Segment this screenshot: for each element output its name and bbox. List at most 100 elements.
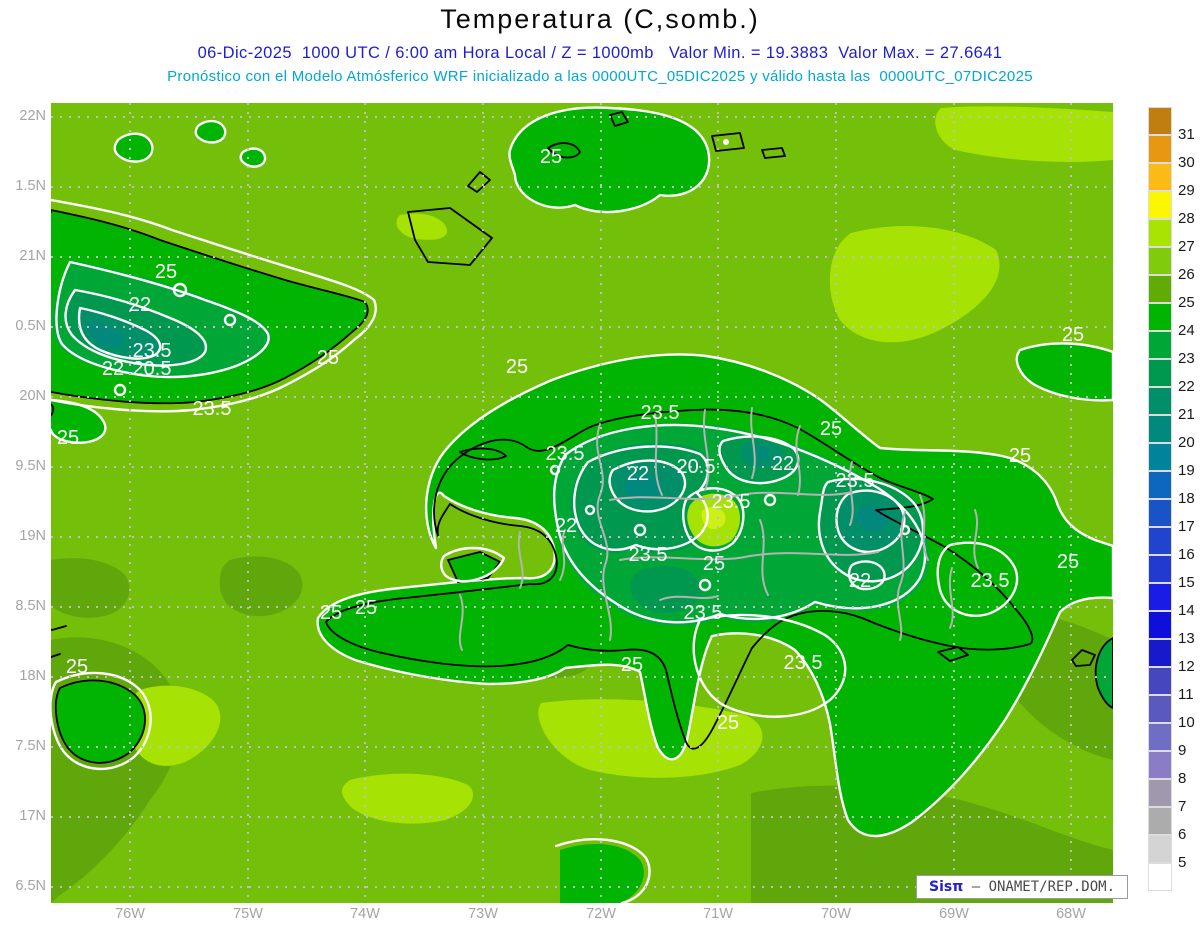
lat-label: 18N [19, 668, 46, 684]
contour-label: 25 [1057, 551, 1079, 573]
colorbar-tick: 18 [1178, 490, 1195, 507]
colorbar-tick: 8 [1178, 770, 1187, 787]
colorbar-swatch [1148, 555, 1172, 583]
contour-label: 20.5 [133, 358, 172, 380]
colorbar-swatch [1148, 275, 1172, 303]
contour-label: 25 [621, 654, 643, 676]
colorbar-swatch [1148, 415, 1172, 443]
contour-label: 22 [129, 294, 151, 316]
colorbar-swatch [1148, 247, 1172, 275]
watermark-box: Sisπ – ONAMET/REP.DOM. [916, 875, 1128, 899]
lat-label: 17N [19, 808, 46, 824]
colorbar-tick: 22 [1178, 378, 1195, 395]
subtitle-run-info: 06-Dic-2025 1000 UTC / 6:00 am Hora Loca… [197, 44, 1003, 62]
contour-label: 23.5 [712, 491, 751, 513]
colorbar-tick: 21 [1178, 406, 1195, 423]
lon-label: 73W [468, 906, 498, 922]
colorbar-tick: 24 [1178, 322, 1195, 339]
lat-label: 8.5N [15, 598, 46, 614]
lat-label: 21N [19, 248, 46, 264]
colorbar-swatch [1148, 835, 1172, 863]
lat-label: 19N [19, 528, 46, 544]
colorbar-tick: 10 [1178, 714, 1195, 731]
colorbar-tick: 31 [1178, 126, 1195, 143]
colorbar-swatch [1148, 303, 1172, 331]
contour-label: 25 [540, 146, 562, 168]
contour-label: 25 [820, 418, 842, 440]
colorbar-swatch [1148, 695, 1172, 723]
colorbar-swatch [1148, 387, 1172, 415]
contour-label: 20.5 [677, 456, 716, 478]
colorbar-swatch [1148, 639, 1172, 667]
colorbar-swatch [1148, 611, 1172, 639]
watermark-brand: Sisπ [928, 879, 964, 895]
contour-label: 23.5 [684, 602, 723, 624]
colorbar-swatch [1148, 667, 1172, 695]
contour-label: 25 [1062, 324, 1084, 346]
colorbar-tick: 6 [1178, 826, 1187, 843]
contour-label: 22 [849, 570, 871, 592]
contour-label: 22 [772, 453, 794, 475]
contour-label: 25 [1009, 445, 1031, 467]
contour-label: 25 [703, 553, 725, 575]
contour-label: 25 [320, 602, 342, 624]
colorbar-swatch [1148, 163, 1172, 191]
lon-label: 68W [1056, 906, 1086, 922]
colorbar-tick: 14 [1178, 602, 1195, 619]
colorbar-swatch [1148, 191, 1172, 219]
colorbar-tick: 19 [1178, 462, 1195, 479]
contour-label: 23.5 [971, 570, 1010, 592]
colorbar-tick: 26 [1178, 266, 1195, 283]
colorbar-swatch [1148, 443, 1172, 471]
colorbar-swatch [1148, 471, 1172, 499]
lat-label: 20N [19, 388, 46, 404]
contour-label: 23.5 [784, 652, 823, 674]
subtitle-model-info: Pronóstico con el Modelo Atmósferico WRF… [167, 68, 1033, 85]
lon-label: 76W [115, 906, 145, 922]
contour-label: 22 [102, 358, 124, 380]
lat-label: 1.5N [15, 178, 46, 194]
colorbar-swatch [1148, 807, 1172, 835]
colorbar-swatch [1148, 751, 1172, 779]
lat-label: 6.5N [15, 878, 46, 894]
lat-label: 22N [19, 108, 46, 124]
colorbar-swatch [1148, 527, 1172, 555]
colorbar-swatch [1148, 331, 1172, 359]
lon-label: 70W [821, 906, 851, 922]
colorbar-swatch [1148, 359, 1172, 387]
contour-label: 25 [717, 712, 739, 734]
colorbar-tick: 27 [1178, 238, 1195, 255]
colorbar-swatch [1148, 107, 1172, 135]
contour-label: 23.5 [629, 544, 668, 566]
colorbar-tick: 15 [1178, 574, 1195, 591]
colorbar-tick: 29 [1178, 182, 1195, 199]
contour-label: 23.5 [641, 402, 680, 424]
colorbar-tick: 11 [1178, 686, 1194, 703]
colorbar-tick: 13 [1178, 630, 1195, 647]
colorbar-swatch [1148, 219, 1172, 247]
colorbar-tick: 25 [1178, 294, 1195, 311]
contour-label: 25 [317, 347, 339, 369]
colorbar-tick: 28 [1178, 210, 1195, 227]
contour-label: 25 [506, 356, 528, 378]
colorbar-swatch [1148, 583, 1172, 611]
colorbar-tick: 23 [1178, 350, 1195, 367]
page-title: Temperatura (C,somb.) [440, 4, 760, 34]
colorbar-tick: 16 [1178, 546, 1195, 563]
lat-label: 9.5N [15, 458, 46, 474]
colorbar-tick: 7 [1178, 798, 1187, 815]
contour-label: 25 [66, 656, 88, 678]
island-jamaica [51, 671, 152, 770]
colorbar-tick: 17 [1178, 518, 1195, 535]
contour-label: 25 [57, 427, 79, 449]
colorbar-swatch [1148, 499, 1172, 527]
lon-label: 75W [233, 906, 263, 922]
contour-label: 23.5 [193, 398, 232, 420]
temperature-map: 25 25 22 23.5 22 20.5 23.5 25 25 25 23.5 23.5 22 20.5… [51, 103, 1113, 903]
colorbar-tick: 9 [1178, 742, 1187, 759]
lon-label: 72W [586, 906, 616, 922]
lon-label: 74W [350, 906, 380, 922]
lon-label: 69W [939, 906, 969, 922]
colorbar-swatch [1148, 723, 1172, 751]
colorbar-tick: 12 [1178, 658, 1195, 675]
